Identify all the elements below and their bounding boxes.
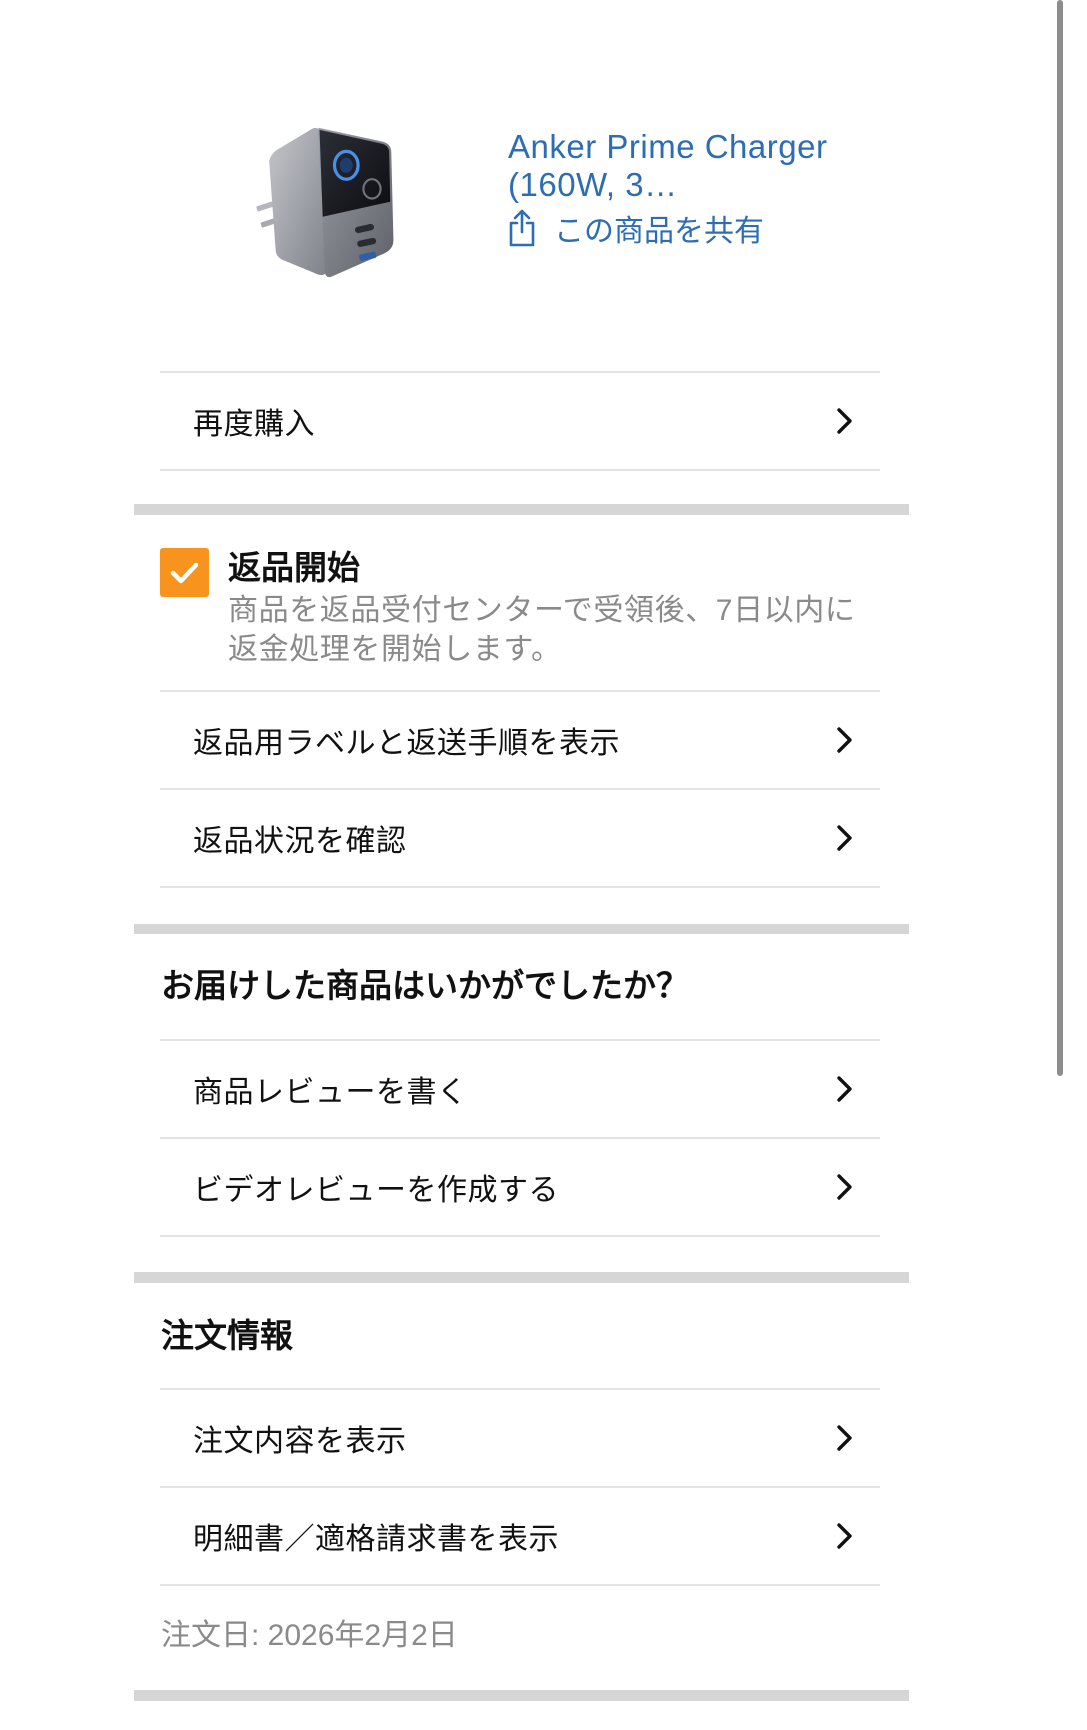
product-title-line: Anker Prime Charger [508,128,828,165]
order-info-title: 注文情報 [161,1317,293,1354]
create-video-review-row[interactable]: ビデオレビューを作成する [160,1139,880,1237]
chevron-right-icon [837,1174,852,1200]
write-review-label: 商品レビューを書く [193,1076,468,1109]
chevron-right-icon [837,727,852,753]
write-review-row[interactable]: 商品レビューを書く [160,1041,880,1139]
chevron-right-icon [837,1076,852,1102]
return-status-description: 商品を返品受付センターで受領後、7日以内に 返金処理を開始します。 [228,591,855,669]
chevron-right-icon [837,1425,852,1451]
buy-again-row[interactable]: 再度購入 [160,373,880,471]
review-section-title: お届けした商品はいかがでしたか？ [161,967,689,1004]
product-title-line: (160W, 3… [508,166,678,203]
charger-side-face [269,127,327,276]
display-center [339,157,353,173]
view-invoice-label: 明細書／適格請求書を表示 [193,1523,559,1556]
buy-again-label: 再度購入 [193,408,315,441]
product-image[interactable] [252,118,402,279]
chevron-right-icon [837,408,852,434]
return-status-checkbox [160,548,209,597]
charger-illustration [256,127,394,278]
scrollbar[interactable] [1057,0,1063,1076]
order-date: 注文日: 2026年2月2日 [161,1619,458,1652]
return-description-line: 返金処理を開始します。 [228,633,562,666]
order-info-links-group: 注文内容を表示 明細書／適格請求書を表示 [160,1388,880,1586]
chevron-right-icon [837,1523,852,1549]
buy-again-group: 再度購入 [160,371,880,471]
view-return-label-row[interactable]: 返品用ラベルと返送手順を表示 [160,692,880,790]
return-status-title: 返品開始 [228,549,360,586]
section-separator [134,1690,909,1701]
share-product-link[interactable]: この商品を共有 [508,209,764,248]
return-links-group: 返品用ラベルと返送手順を表示 返品状況を確認 [160,690,880,888]
review-links-group: 商品レビューを書く ビデオレビューを作成する [160,1039,880,1237]
checkmark-icon [170,562,199,584]
section-separator [134,504,909,515]
view-order-details-row[interactable]: 注文内容を表示 [160,1390,880,1488]
view-return-label-label: 返品用ラベルと返送手順を表示 [193,727,620,760]
view-invoice-row[interactable]: 明細書／適格請求書を表示 [160,1488,880,1586]
chevron-right-icon [837,825,852,851]
section-separator [134,1272,909,1283]
check-return-status-label: 返品状況を確認 [193,825,407,858]
product-title-link[interactable]: Anker Prime Charger (160W, 3… [508,128,827,204]
check-return-status-row[interactable]: 返品状況を確認 [160,790,880,888]
share-icon [509,209,535,247]
create-video-review-label: ビデオレビューを作成する [193,1174,559,1207]
section-separator [134,924,909,934]
return-description-line: 商品を返品受付センターで受領後、7日以内に [228,594,856,627]
plug-prong [256,201,274,212]
view-order-details-label: 注文内容を表示 [193,1425,407,1458]
share-label: この商品を共有 [554,215,764,248]
